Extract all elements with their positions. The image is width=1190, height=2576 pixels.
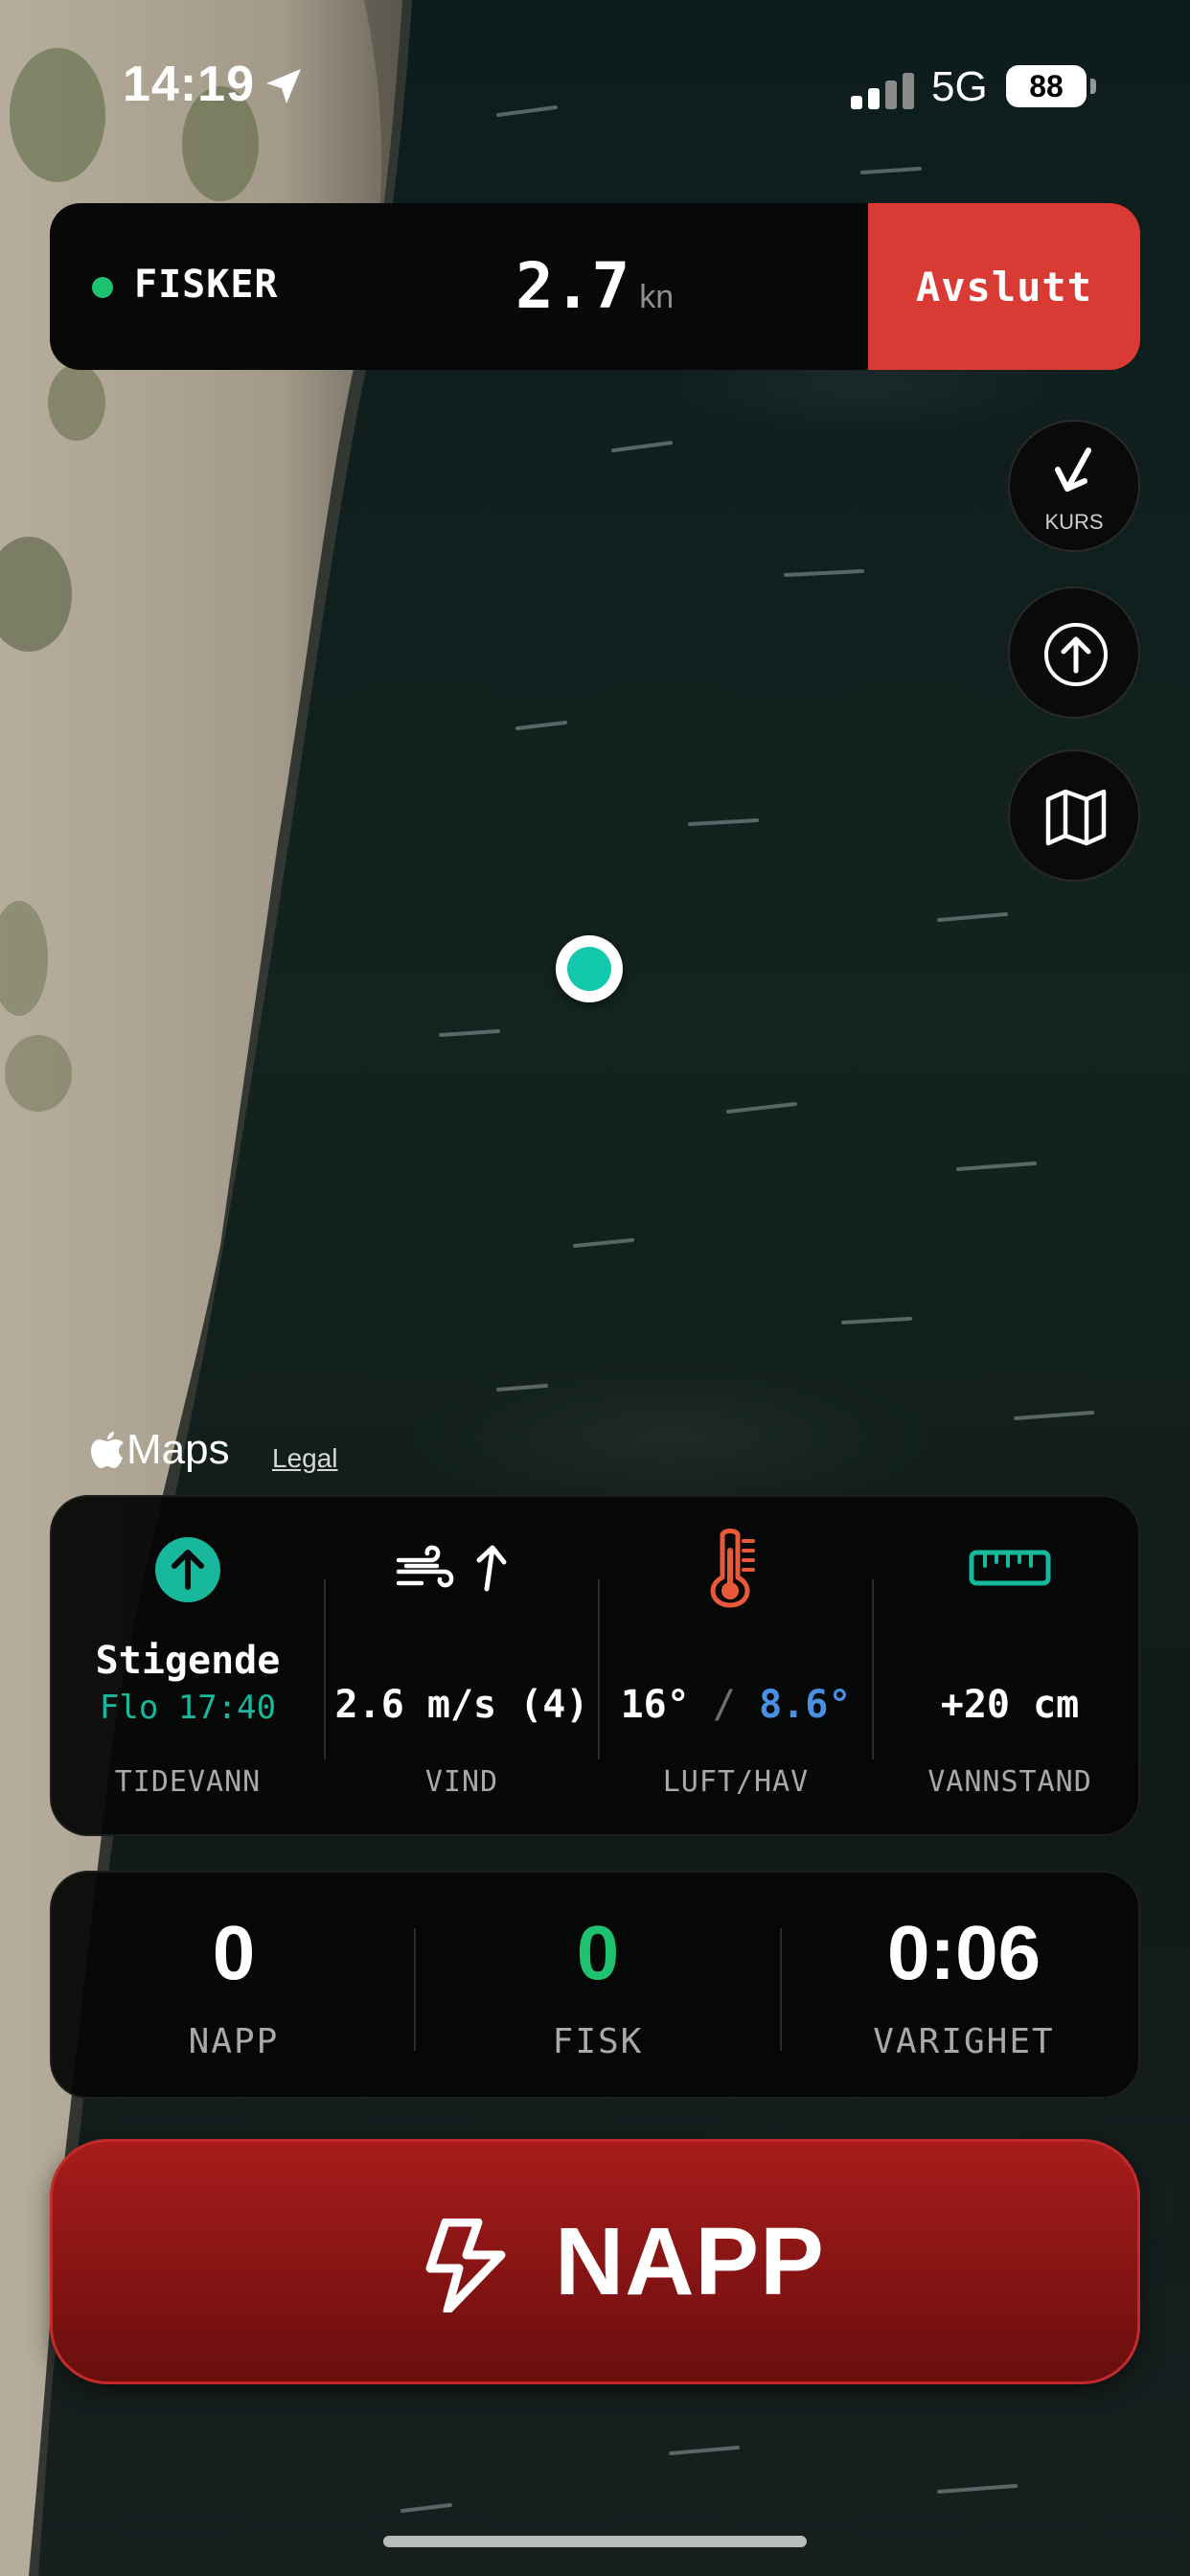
- battery-icon: 88: [1006, 65, 1087, 107]
- water-level-column: +20 cm VANNSTAND: [874, 1497, 1146, 1838]
- tide-rising-icon: [155, 1537, 220, 1602]
- network-type: 5G: [931, 63, 988, 110]
- map-type-button[interactable]: [1008, 749, 1140, 882]
- status-dot-icon: [92, 277, 113, 298]
- duration-value: 0:06: [886, 1910, 1041, 1995]
- status-time: 14:19: [123, 57, 255, 112]
- session-bar: FISKER 2.7 kn Avslutt: [50, 203, 1140, 370]
- fish-count: 0: [576, 1910, 620, 1995]
- course-arrow-icon: [1055, 448, 1091, 492]
- fishing-session-screen: 14:19 5G 88 FISKER 2.7 kn Avslutt KURS M…: [0, 0, 1190, 2576]
- speed-readout: 2.7 kn: [515, 249, 674, 323]
- recenter-icon: [1044, 623, 1108, 686]
- fish-stat: 0 FISK: [416, 1873, 780, 2101]
- duration-label: VARIGHET: [873, 2022, 1055, 2061]
- tide-state: Stigende: [95, 1639, 281, 1683]
- duration-stat: 0:06 VARIGHET: [782, 1873, 1146, 2101]
- napp-button[interactable]: NAPP: [50, 2139, 1140, 2384]
- battery-cap: [1090, 79, 1096, 94]
- next-high-tide: Flo 17:40: [99, 1689, 277, 1727]
- temperature-readout: 16° / 8.6°: [600, 1683, 872, 1727]
- temperature-label: LUFT/HAV: [662, 1765, 810, 1799]
- user-location-marker: [556, 935, 623, 1002]
- speed-unit: kn: [639, 279, 675, 315]
- lightning-bolt-icon: [425, 2219, 506, 2312]
- status-bar: 14:19 5G 88: [0, 0, 1190, 172]
- conditions-panel: Stigende Flo 17:40 TIDEVANN 2.6 m/s (4) …: [50, 1495, 1140, 1836]
- wind-direction-arrow-icon: [476, 1545, 507, 1592]
- wind-column: 2.6 m/s (4) VIND: [326, 1497, 598, 1838]
- recenter-button[interactable]: [1008, 586, 1140, 719]
- wind-value: 2.6 m/s (4): [334, 1683, 589, 1727]
- user-location-dot: [567, 947, 611, 991]
- water-level-label: VANNSTAND: [927, 1765, 1092, 1799]
- fish-label: FISK: [552, 2022, 644, 2061]
- signal-bars-icon: [851, 73, 914, 109]
- course-label: KURS: [1044, 510, 1104, 534]
- bites-count: 0: [212, 1910, 256, 1995]
- session-stats-panel: 0 NAPP 0 FISK 0:06 VARIGHET: [50, 1871, 1140, 2099]
- water-level-value: +20 cm: [940, 1683, 1080, 1727]
- course-button[interactable]: KURS: [1008, 420, 1140, 552]
- end-session-button[interactable]: Avslutt: [868, 203, 1140, 370]
- bites-label: NAPP: [188, 2022, 280, 2061]
- air-temperature: 16°: [620, 1683, 690, 1727]
- battery-level: 88: [1029, 69, 1064, 104]
- wind-label: VIND: [424, 1765, 499, 1799]
- location-arrow-icon: [266, 69, 301, 104]
- map-type-icon: [1045, 789, 1107, 846]
- ruler-icon: [969, 1550, 1051, 1586]
- temperature-separator: /: [712, 1683, 736, 1727]
- maps-label: Maps: [126, 1426, 230, 1473]
- session-status: FISKER: [134, 263, 279, 307]
- speed-value: 2.7: [515, 249, 630, 323]
- bites-stat: 0 NAPP: [52, 1873, 416, 2101]
- tide-label: TIDEVANN: [114, 1765, 262, 1799]
- sea-temperature: 8.6°: [759, 1683, 852, 1727]
- home-indicator[interactable]: [383, 2536, 807, 2547]
- legal-link[interactable]: Legal: [272, 1443, 338, 1474]
- tide-column: Stigende Flo 17:40 TIDEVANN: [52, 1497, 324, 1838]
- wind-icon: [396, 1545, 454, 1588]
- napp-label: NAPP: [555, 2208, 825, 2315]
- thermometer-icon: [710, 1529, 755, 1608]
- apple-logo-icon: [91, 1432, 124, 1468]
- temperature-column: 16° / 8.6° LUFT/HAV: [600, 1497, 872, 1838]
- maps-attribution: Maps: [90, 1426, 230, 1474]
